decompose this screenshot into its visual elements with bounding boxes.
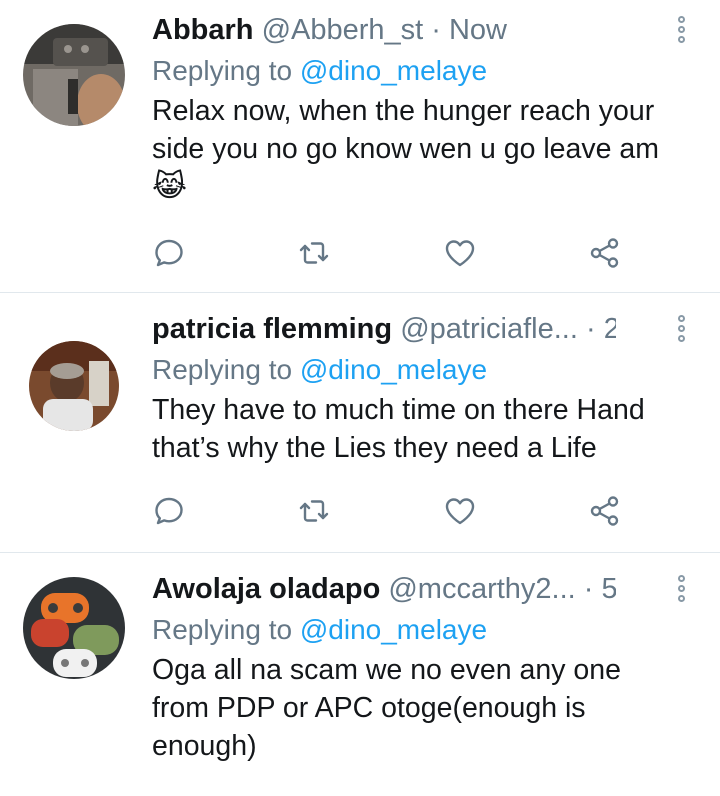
timestamp: 2m	[603, 313, 616, 345]
more-icon[interactable]	[675, 16, 687, 43]
tweet-2[interactable]: patricia flemming @patriciafle... · 2m R…	[0, 293, 720, 553]
reply-icon[interactable]	[152, 236, 186, 270]
mention-link[interactable]: @dino_melaye	[300, 55, 487, 86]
replying-to-label: Replying to	[152, 614, 300, 645]
more-icon[interactable]	[675, 315, 687, 342]
avatar-image	[29, 341, 119, 431]
separator-dot: ·	[577, 313, 604, 345]
like-icon[interactable]	[443, 494, 477, 528]
tweet-text: Oga all na scam we no even any one from …	[152, 654, 621, 762]
display-name[interactable]: patricia flemming	[152, 313, 392, 345]
user-handle[interactable]: @patriciafle...	[400, 313, 578, 345]
user-handle[interactable]: @mccarthy2...	[388, 573, 575, 605]
reply-icon[interactable]	[152, 494, 186, 528]
like-icon[interactable]	[443, 236, 477, 270]
timestamp: Now	[448, 14, 507, 46]
tweet-text: They have to much time on there Hand tha…	[152, 394, 645, 464]
share-icon[interactable]	[588, 236, 622, 270]
tweet-1[interactable]: Abbarh @Abberh_st · Now Replying to @din…	[0, 0, 720, 293]
replying-to-label: Replying to	[152, 55, 300, 86]
tweet-text: Relax now, when the hunger reach your si…	[152, 95, 659, 165]
timestamp: 50s	[601, 573, 616, 605]
replying-to: Replying to @dino_melaye	[152, 611, 660, 649]
separator-dot: ·	[575, 573, 602, 605]
retweet-icon[interactable]	[297, 494, 331, 528]
display-name[interactable]: Awolaja oladapo	[152, 573, 380, 605]
avatar[interactable]	[23, 24, 125, 126]
avatar-image	[23, 24, 125, 126]
user-handle[interactable]: @Abberh_st	[262, 14, 424, 46]
more-icon[interactable]	[675, 575, 687, 602]
tweet-3[interactable]: Awolaja oladapo @mccarthy2... · 50s Repl…	[0, 553, 720, 796]
replying-to: Replying to @dino_melaye	[152, 351, 660, 389]
display-name[interactable]: Abbarh	[152, 14, 254, 46]
mention-link[interactable]: @dino_melaye	[300, 354, 487, 385]
replying-to-label: Replying to	[152, 354, 300, 385]
avatar[interactable]	[23, 577, 125, 679]
avatar[interactable]	[29, 341, 119, 431]
share-icon[interactable]	[588, 494, 622, 528]
separator-dot: ·	[423, 14, 449, 46]
mention-link[interactable]: @dino_melaye	[300, 614, 487, 645]
tweet-emoji: 😹	[152, 170, 188, 203]
retweet-icon[interactable]	[297, 236, 331, 270]
avatar-image	[23, 577, 125, 679]
replying-to: Replying to @dino_melaye	[152, 52, 660, 90]
